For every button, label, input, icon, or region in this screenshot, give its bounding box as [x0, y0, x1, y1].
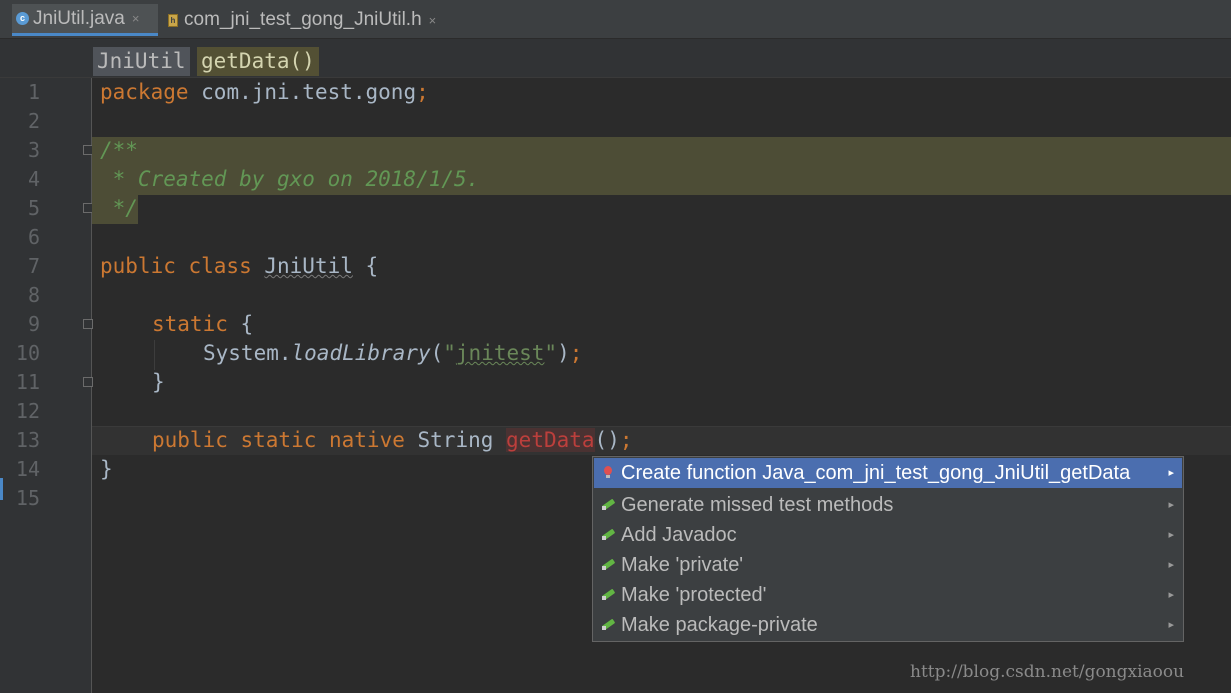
intention-actions-popup: Create function Java_com_jni_test_gong_J…: [592, 456, 1184, 642]
breadcrumb-method[interactable]: getData(): [197, 47, 319, 76]
line-number: 3: [27, 138, 40, 162]
menu-item-make-protected[interactable]: Make 'protected' ▸: [594, 580, 1182, 610]
editor-tab-bar: c JniUtil.java × h com_jni_test_gong_Jni…: [0, 0, 1231, 39]
code-line-1: package com.jni.test.gong;: [100, 80, 429, 104]
line-number: 10: [15, 341, 40, 365]
menu-item-add-javadoc[interactable]: Add Javadoc ▸: [594, 520, 1182, 550]
menu-item-create-function[interactable]: Create function Java_com_jni_test_gong_J…: [594, 458, 1182, 488]
menu-item-generate-tests[interactable]: Generate missed test methods ▸: [594, 490, 1182, 520]
code-line-13: public static native String getData();: [152, 428, 633, 452]
intention-icon: [601, 490, 616, 520]
line-number: 12: [15, 399, 40, 423]
breadcrumb-class[interactable]: JniUtil: [93, 47, 190, 76]
code-line-5: */: [100, 196, 138, 220]
code-line-9: static {: [152, 312, 254, 336]
line-number: 7: [27, 254, 40, 278]
menu-item-make-private[interactable]: Make 'private' ▸: [594, 550, 1182, 580]
intention-icon: [601, 580, 616, 610]
code-line-11: }: [152, 370, 165, 394]
submenu-arrow-icon: ▸: [1168, 559, 1174, 571]
line-number: 4: [27, 167, 40, 191]
header-file-icon: h: [168, 13, 178, 27]
tab-jniutil-java[interactable]: c JniUtil.java ×: [12, 4, 158, 36]
line-number: 13: [15, 428, 40, 452]
intention-icon: [601, 610, 616, 640]
line-number: 1: [27, 80, 40, 104]
bulb-error-icon: [602, 458, 616, 488]
java-class-icon: c: [16, 12, 29, 25]
line-number: 5: [27, 196, 40, 220]
watermark: http://blog.csdn.net/gongxiaoou: [910, 662, 1185, 682]
line-number: 11: [15, 370, 40, 394]
line-number: 8: [27, 283, 40, 307]
close-icon[interactable]: ×: [429, 13, 437, 28]
submenu-arrow-icon: ▸: [1168, 467, 1174, 479]
submenu-arrow-icon: ▸: [1168, 619, 1174, 631]
tab-label: JniUtil.java: [33, 7, 125, 29]
line-number-gutter[interactable]: 1 2 3 4 5 6 7 8 9 10 11 12 13 14 15: [0, 78, 93, 693]
intention-icon: [601, 520, 616, 550]
code-line-7: public class JniUtil {: [100, 254, 379, 278]
line-number: 9: [27, 312, 40, 336]
line-number: 6: [27, 225, 40, 249]
submenu-arrow-icon: ▸: [1168, 529, 1174, 541]
tab-header-file[interactable]: h com_jni_test_gong_JniUtil.h ×: [168, 4, 468, 36]
breadcrumb: JniUtil getData(): [0, 39, 1231, 78]
tab-label: com_jni_test_gong_JniUtil.h: [184, 9, 422, 30]
menu-item-make-package-private[interactable]: Make package-private ▸: [594, 610, 1182, 640]
intention-icon: [601, 550, 616, 580]
indent-guide: [154, 340, 155, 370]
line-number: 15: [15, 486, 40, 510]
code-line-4: * Created by gxo on 2018/1/5.: [100, 167, 480, 191]
close-icon[interactable]: ×: [132, 11, 140, 26]
line-number: 2: [27, 109, 40, 133]
code-line-14: }: [100, 457, 113, 481]
code-line-3: /**: [100, 138, 138, 162]
submenu-arrow-icon: ▸: [1168, 499, 1174, 511]
code-line-10: System.loadLibrary("jnitest");: [203, 341, 583, 365]
submenu-arrow-icon: ▸: [1168, 589, 1174, 601]
line-number: 14: [15, 457, 40, 481]
